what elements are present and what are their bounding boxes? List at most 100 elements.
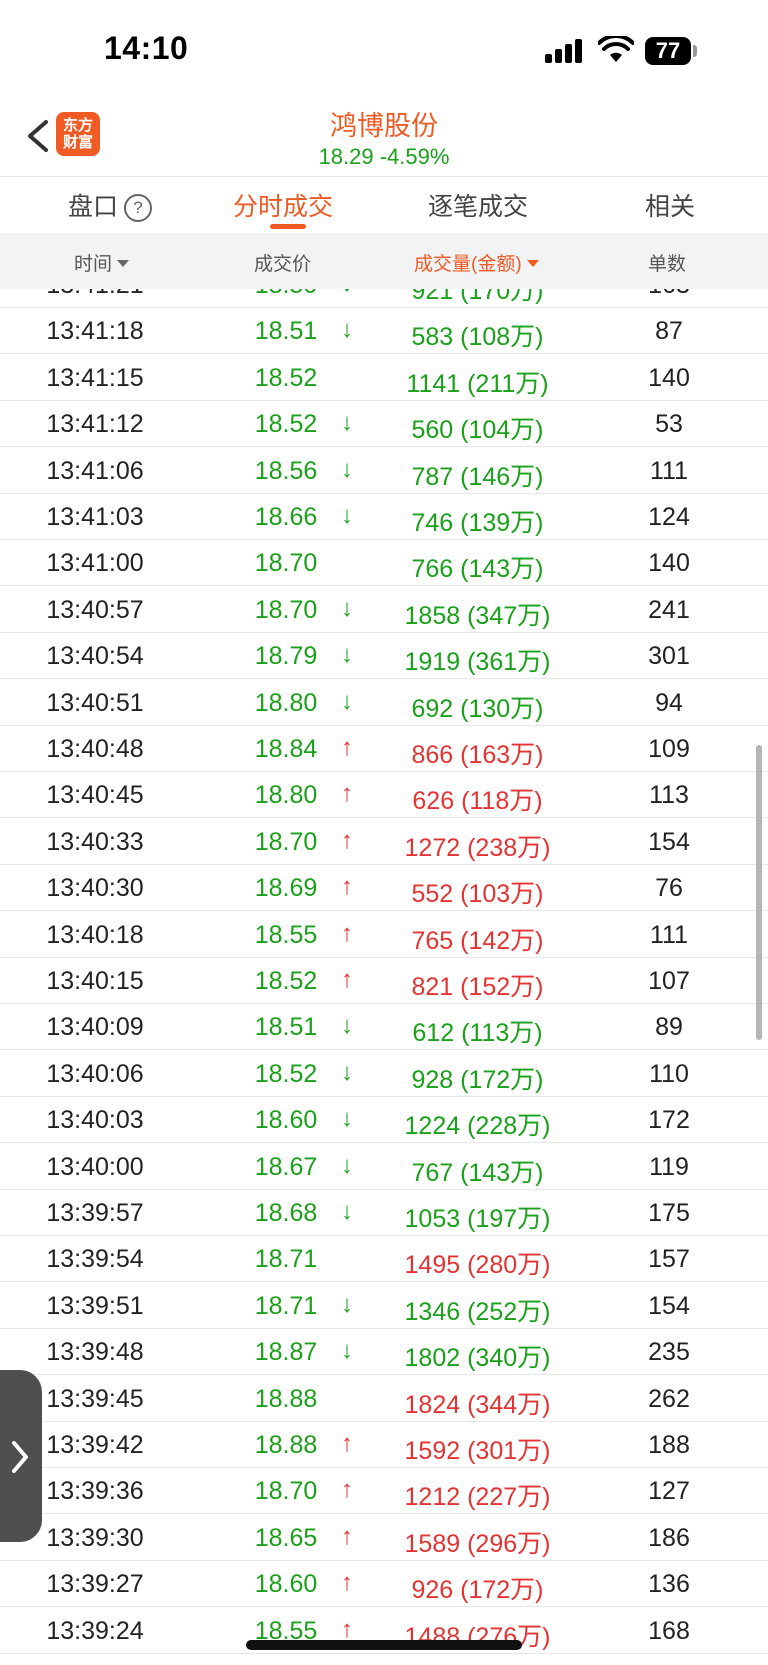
column-count: 单数 [648, 254, 687, 275]
trade-row: 13:40:00 18.67 ↓ 767 (143万) 119 [0, 1143, 768, 1190]
trade-time: 13:39:57 [46, 1199, 144, 1227]
trade-row: 13:40:09 18.51 ↓ 612 (113万) 89 [0, 1003, 768, 1051]
trade-volume: 1802 (340万) [404, 1344, 551, 1373]
trade-price: 18.79 [254, 642, 318, 671]
trade-price: 18.88 [254, 1431, 318, 1459]
nav-header: 东方 财富 鸿博股份 18.29 -4.59% [0, 100, 768, 176]
trade-volume: 787 (146万) [411, 462, 544, 491]
trade-count: 119 [649, 1152, 689, 1181]
trade-time: 13:41:00 [46, 549, 144, 578]
trade-row: 13:40:06 18.52 ↓ 928 (172万) 110 [0, 1050, 768, 1097]
tab-related[interactable]: 相关 [645, 187, 695, 223]
trade-volume: 766 (143万) [411, 555, 544, 584]
trade-price: 18.51 [254, 317, 318, 346]
trade-row: 13:41:00 18.70 766 (143万) 140 [0, 539, 768, 587]
trade-price: 18.87 [254, 1338, 318, 1367]
help-icon[interactable]: ? [124, 194, 153, 222]
trade-list[interactable]: 13:41:2118.50↓921 (170万)163 13:41:18 18.51… [0, 289, 768, 1665]
trade-time: 13:39:24 [46, 1616, 144, 1645]
trade-row: 13:39:48 18.87 ↓ 1802 (340万) 235 [0, 1328, 768, 1376]
arrow-down-icon: ↓ [341, 594, 353, 622]
tab-time-trades[interactable]: 分时成交 [233, 187, 333, 223]
trade-time: 13:40:18 [46, 920, 144, 949]
chevron-right-icon [12, 1441, 28, 1473]
trade-count: 172 [648, 1106, 690, 1135]
arrow-down-icon: ↓ [341, 316, 353, 344]
status-bar: 14:10 77 [0, 0, 768, 100]
trade-row: 13:39:27 18.60 ↑ 926 (172万) 136 [0, 1560, 768, 1608]
trade-time: 13:39:54 [46, 1245, 144, 1274]
trade-time: 13:41:15 [46, 363, 144, 392]
trade-row: 13:40:15 18.52 ↑ 821 (152万) 107 [0, 957, 768, 1004]
trade-time: 13:40:00 [46, 1152, 144, 1181]
home-indicator [246, 1640, 522, 1650]
column-volume-sort[interactable]: 成交量(金额) [414, 249, 539, 276]
status-time: 14:10 [104, 30, 189, 66]
trade-count: 157 [648, 1245, 690, 1274]
arrow-up-icon: ↑ [341, 919, 353, 947]
trade-row: 13:41:21 18.50↓ 921 (170万) 163 [0, 289, 768, 308]
trade-volume: 765 (142万) [411, 926, 544, 955]
active-tab-indicator [270, 224, 306, 229]
trade-price: 18.71 [254, 1291, 318, 1320]
trade-time: 13:40:45 [46, 781, 144, 810]
trade-volume: 583 (108万) [411, 323, 544, 352]
trade-count: 154 [648, 1291, 690, 1320]
trade-row: 13:39:42 18.88 ↑ 1592 (301万) 188 [0, 1421, 768, 1468]
trade-price: 18.55 [254, 920, 318, 949]
trade-count: 140 [648, 363, 690, 392]
side-drawer-handle[interactable] [0, 1370, 42, 1542]
trade-count: 235 [648, 1338, 690, 1367]
arrow-up-icon: ↑ [341, 1522, 353, 1550]
arrow-down-icon: ↓ [341, 1012, 353, 1040]
trade-count: 127 [648, 1477, 690, 1506]
trade-price: 18.68 [254, 1199, 318, 1227]
trade-time: 13:41:12 [46, 410, 144, 439]
trade-count: 188 [648, 1431, 690, 1459]
trade-time: 13:40:51 [46, 688, 144, 717]
trade-time: 13:40:15 [46, 967, 144, 995]
trade-count: 110 [649, 1059, 689, 1088]
trade-time: 13:41:18 [46, 317, 144, 346]
trade-price: 18.52 [254, 363, 318, 392]
trade-price: 18.88 [254, 1384, 318, 1413]
tab-tick-trades[interactable]: 逐笔成交 [428, 187, 528, 223]
trade-time: 13:40:33 [46, 827, 144, 856]
battery-tip [693, 45, 697, 57]
trade-row: 13:39:54 18.71 1495 (280万) 157 [0, 1235, 768, 1283]
trade-row: 13:41:03 18.66 ↓ 746 (139万) 124 [0, 493, 768, 540]
trade-count: 140 [648, 549, 690, 578]
trade-price: 18.80 [254, 688, 318, 717]
trade-price: 18.84 [254, 735, 318, 763]
arrow-up-icon: ↑ [341, 1430, 353, 1457]
trade-time: 13:40:54 [46, 642, 144, 671]
trade-volume: 1141 (211万) [406, 369, 549, 398]
scrollbar[interactable] [756, 745, 762, 1040]
trade-time: 13:39:27 [46, 1570, 144, 1599]
trade-row: 13:40:57 18.70 ↓ 1858 (347万) 241 [0, 586, 768, 633]
trade-volume: 928 (172万) [411, 1065, 544, 1094]
trade-row: 13:41:15 18.52 1141 (211万) 140 [0, 354, 768, 401]
trade-count: 124 [648, 503, 690, 531]
trade-count: 111 [649, 920, 688, 949]
trade-volume: 921 (170万) [411, 289, 544, 305]
arrow-down-icon: ↓ [341, 409, 353, 437]
tab-order-book[interactable]: 盘口? [68, 187, 153, 223]
arrow-up-icon: ↑ [341, 1476, 353, 1504]
trade-time: 13:41:03 [46, 503, 144, 531]
stock-price-change: 18.29 -4.59% [318, 144, 450, 169]
trade-row: 13:40:03 18.60 ↓ 1224 (228万) 172 [0, 1096, 768, 1144]
column-time-sort[interactable]: 时间 [74, 249, 130, 276]
tab-order-book-label: 盘口 [68, 193, 119, 221]
trade-row: 13:39:30 18.65 ↑ 1589 (296万) 186 [0, 1514, 768, 1561]
trade-price: 18.71 [254, 1245, 318, 1274]
arrow-down-icon: ↓ [341, 1337, 353, 1365]
arrow-up-icon: ↑ [341, 873, 353, 901]
trade-count: 107 [648, 967, 690, 995]
trade-time: 13:41:21 [0, 289, 190, 300]
trade-count: 154 [648, 827, 690, 856]
trade-count: 136 [648, 1570, 690, 1599]
trade-count: 301 [648, 642, 690, 671]
trade-row: 13:40:54 18.79 ↓ 1919 (361万) 301 [0, 632, 768, 680]
trade-time: 13:40:57 [46, 595, 144, 624]
